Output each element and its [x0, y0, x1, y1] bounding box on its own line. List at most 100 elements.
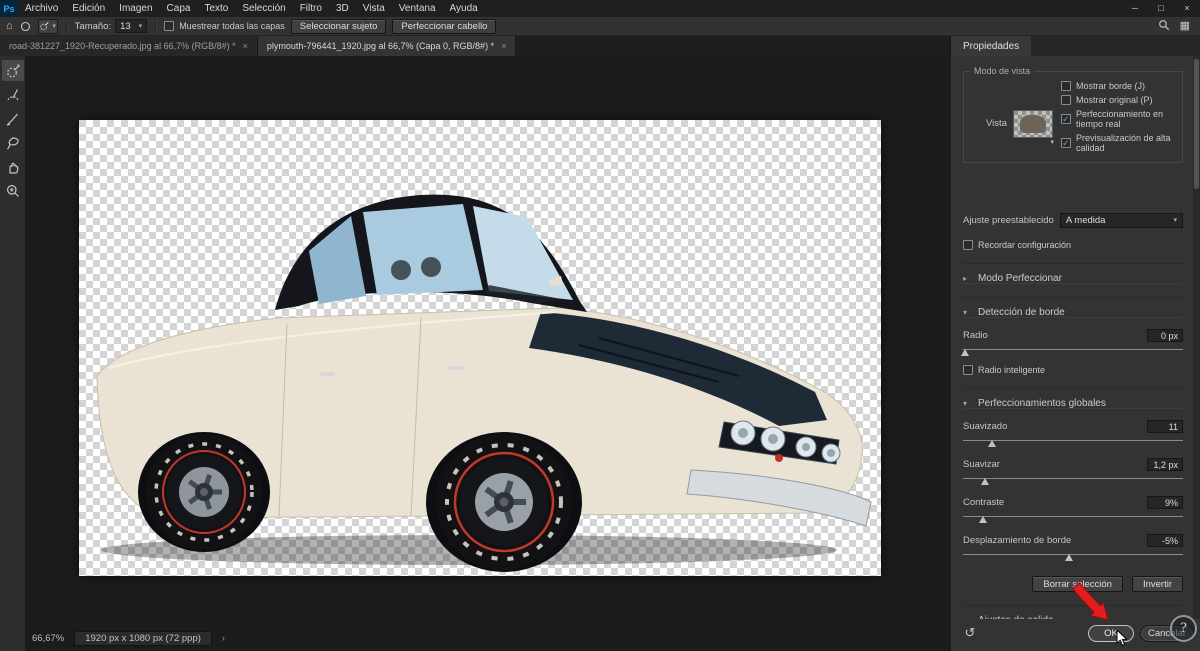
shift-edge-slider[interactable] [963, 550, 1183, 561]
shift-edge-slider-group: Desplazamiento de borde -5% [963, 534, 1183, 561]
reset-icon[interactable]: ↺ [961, 625, 979, 641]
photoshop-window: Ps Archivo Edición Imagen Capa Texto Sel… [0, 0, 1200, 651]
menu-archivo[interactable]: Archivo [18, 0, 65, 17]
red-arrow-annotation [1070, 578, 1114, 626]
photoshop-logo: Ps [0, 0, 18, 17]
window-controls: ─ □ × [1122, 0, 1200, 17]
show-edge-checkbox[interactable]: ✓ [1061, 81, 1071, 91]
menu-ayuda[interactable]: Ayuda [443, 0, 485, 17]
tab-close-icon[interactable]: × [501, 41, 506, 51]
show-original-checkbox[interactable]: ✓ [1061, 95, 1071, 105]
tab-propiedades[interactable]: Propiedades [951, 36, 1031, 56]
menu-imagen[interactable]: Imagen [112, 0, 159, 17]
select-subject-button[interactable]: Seleccionar sujeto [291, 19, 387, 34]
feather-value-field[interactable]: 1,2 px [1147, 458, 1183, 471]
refine-edge-brush-tool[interactable] [2, 84, 24, 105]
smart-radius-label: Radio inteligente [978, 365, 1045, 375]
feather-slider[interactable] [963, 474, 1183, 485]
scrollbar-thumb[interactable] [1194, 59, 1199, 189]
zoom-tool[interactable] [2, 180, 24, 201]
restore-icon[interactable]: □ [1148, 0, 1174, 17]
brush-icon [5, 111, 21, 127]
section-refine-mode[interactable]: ▸ Modo Perfeccionar [963, 263, 1183, 284]
help-icon: ? [1180, 621, 1187, 636]
quick-selection-tool[interactable] [2, 60, 24, 81]
brush-preview-icon[interactable] [19, 20, 32, 33]
refine-edge-brush-icon [5, 87, 21, 103]
brush-tool[interactable] [2, 108, 24, 129]
slider-thumb[interactable] [1065, 554, 1073, 561]
high-quality-preview-checkbox[interactable]: ✓ [1061, 138, 1071, 148]
slider-thumb[interactable] [979, 516, 987, 523]
panel-tab-strip: Propiedades [950, 36, 1200, 56]
caret-down-icon: ▾ [1173, 217, 1177, 224]
document-tab-road[interactable]: road-381227_1920-Recuperado.jpg al 66,7%… [0, 36, 258, 56]
brush-size-select[interactable]: 13 ▾ [115, 19, 147, 33]
document-info-field[interactable]: 1920 px x 1080 px (72 ppp) [74, 631, 212, 646]
menu-3d[interactable]: 3D [329, 0, 356, 17]
scrollbar[interactable] [1193, 56, 1200, 619]
status-chevron-icon[interactable]: › [222, 633, 225, 643]
vista-label: Vista [986, 118, 1007, 129]
radius-slider[interactable] [963, 345, 1183, 356]
close-icon[interactable]: × [1174, 0, 1200, 17]
smooth-slider[interactable] [963, 436, 1183, 447]
smooth-label: Suavizado [963, 421, 1007, 432]
document-tab-plymouth[interactable]: plymouth-796441_1920.jpg al 66,7% (Capa … [258, 36, 516, 56]
menu-capa[interactable]: Capa [160, 0, 198, 17]
show-original-label: Mostrar original (P) [1076, 95, 1153, 105]
preset-select[interactable]: A medida ▾ [1060, 213, 1183, 228]
menu-seleccion[interactable]: Selección [235, 0, 292, 17]
radius-slider-group: Radio 0 px [963, 329, 1183, 356]
search-icon[interactable] [1158, 19, 1170, 34]
lasso-tool[interactable] [2, 132, 24, 153]
contrast-label: Contraste [963, 497, 1004, 508]
preset-label: Ajuste preestablecido [963, 215, 1054, 226]
minimize-icon[interactable]: ─ [1122, 0, 1148, 17]
slider-thumb[interactable] [981, 478, 989, 485]
zoom-icon [5, 183, 21, 199]
separator [155, 20, 156, 32]
slider-thumb[interactable] [988, 440, 996, 447]
shift-edge-value-field[interactable]: -5% [1147, 534, 1183, 547]
tab-close-icon[interactable]: × [243, 41, 248, 51]
contrast-slider[interactable] [963, 512, 1183, 523]
smart-radius-checkbox[interactable]: ✓ [963, 365, 973, 375]
home-icon[interactable]: ⌂ [6, 21, 13, 32]
thumbnail-preview [1020, 115, 1046, 133]
section-edge-detection[interactable]: ▾ Detección de borde [963, 297, 1183, 318]
tab-label: road-381227_1920-Recuperado.jpg al 66,7%… [9, 41, 236, 51]
hand-icon [5, 159, 21, 175]
workspace-icon[interactable]: ▦ [1180, 21, 1190, 32]
feather-slider-group: Suavizar 1,2 px [963, 458, 1183, 485]
section-global-refinements-label: Perfeccionamientos globales [978, 398, 1106, 409]
radius-value-field[interactable]: 0 px [1147, 329, 1183, 342]
smooth-value-field[interactable]: 11 [1147, 420, 1183, 433]
chevron-right-icon: ▸ [963, 274, 971, 283]
realtime-refinement-checkbox[interactable]: ✓ [1061, 114, 1071, 124]
zoom-level-field[interactable]: 66,67% [32, 633, 64, 644]
menu-filtro[interactable]: Filtro [293, 0, 329, 17]
help-button[interactable]: ? [1170, 615, 1197, 642]
menu-edicion[interactable]: Edición [65, 0, 112, 17]
sample-all-layers-checkbox[interactable]: ✓ [164, 21, 174, 31]
remember-settings-checkbox[interactable]: ✓ [963, 240, 973, 250]
view-mode-group: Modo de vista Vista ▾ ✓ Mo [963, 66, 1183, 163]
show-edge-label: Mostrar borde (J) [1076, 81, 1145, 91]
hand-tool[interactable] [2, 156, 24, 177]
caret-down-icon: ▾ [139, 23, 143, 30]
invert-button[interactable]: Invertir [1132, 576, 1183, 592]
separator [66, 20, 67, 32]
view-mode-thumbnail[interactable]: ▾ [1013, 110, 1053, 138]
menu-texto[interactable]: Texto [197, 0, 235, 17]
transparency-checkerboard[interactable] [79, 120, 881, 576]
contrast-value-field[interactable]: 9% [1147, 496, 1183, 509]
size-value: 13 [120, 21, 131, 32]
menu-vista[interactable]: Vista [356, 0, 392, 17]
section-global-refinements[interactable]: ▾ Perfeccionamientos globales [963, 388, 1183, 409]
slider-thumb[interactable] [961, 349, 969, 356]
brush-mode-button[interactable]: ▾ [38, 19, 58, 34]
menu-ventana[interactable]: Ventana [392, 0, 443, 17]
canvas-area[interactable]: 66,67% 1920 px x 1080 px (72 ppp) › [26, 56, 950, 651]
refine-hair-button[interactable]: Perfeccionar cabello [392, 19, 496, 34]
